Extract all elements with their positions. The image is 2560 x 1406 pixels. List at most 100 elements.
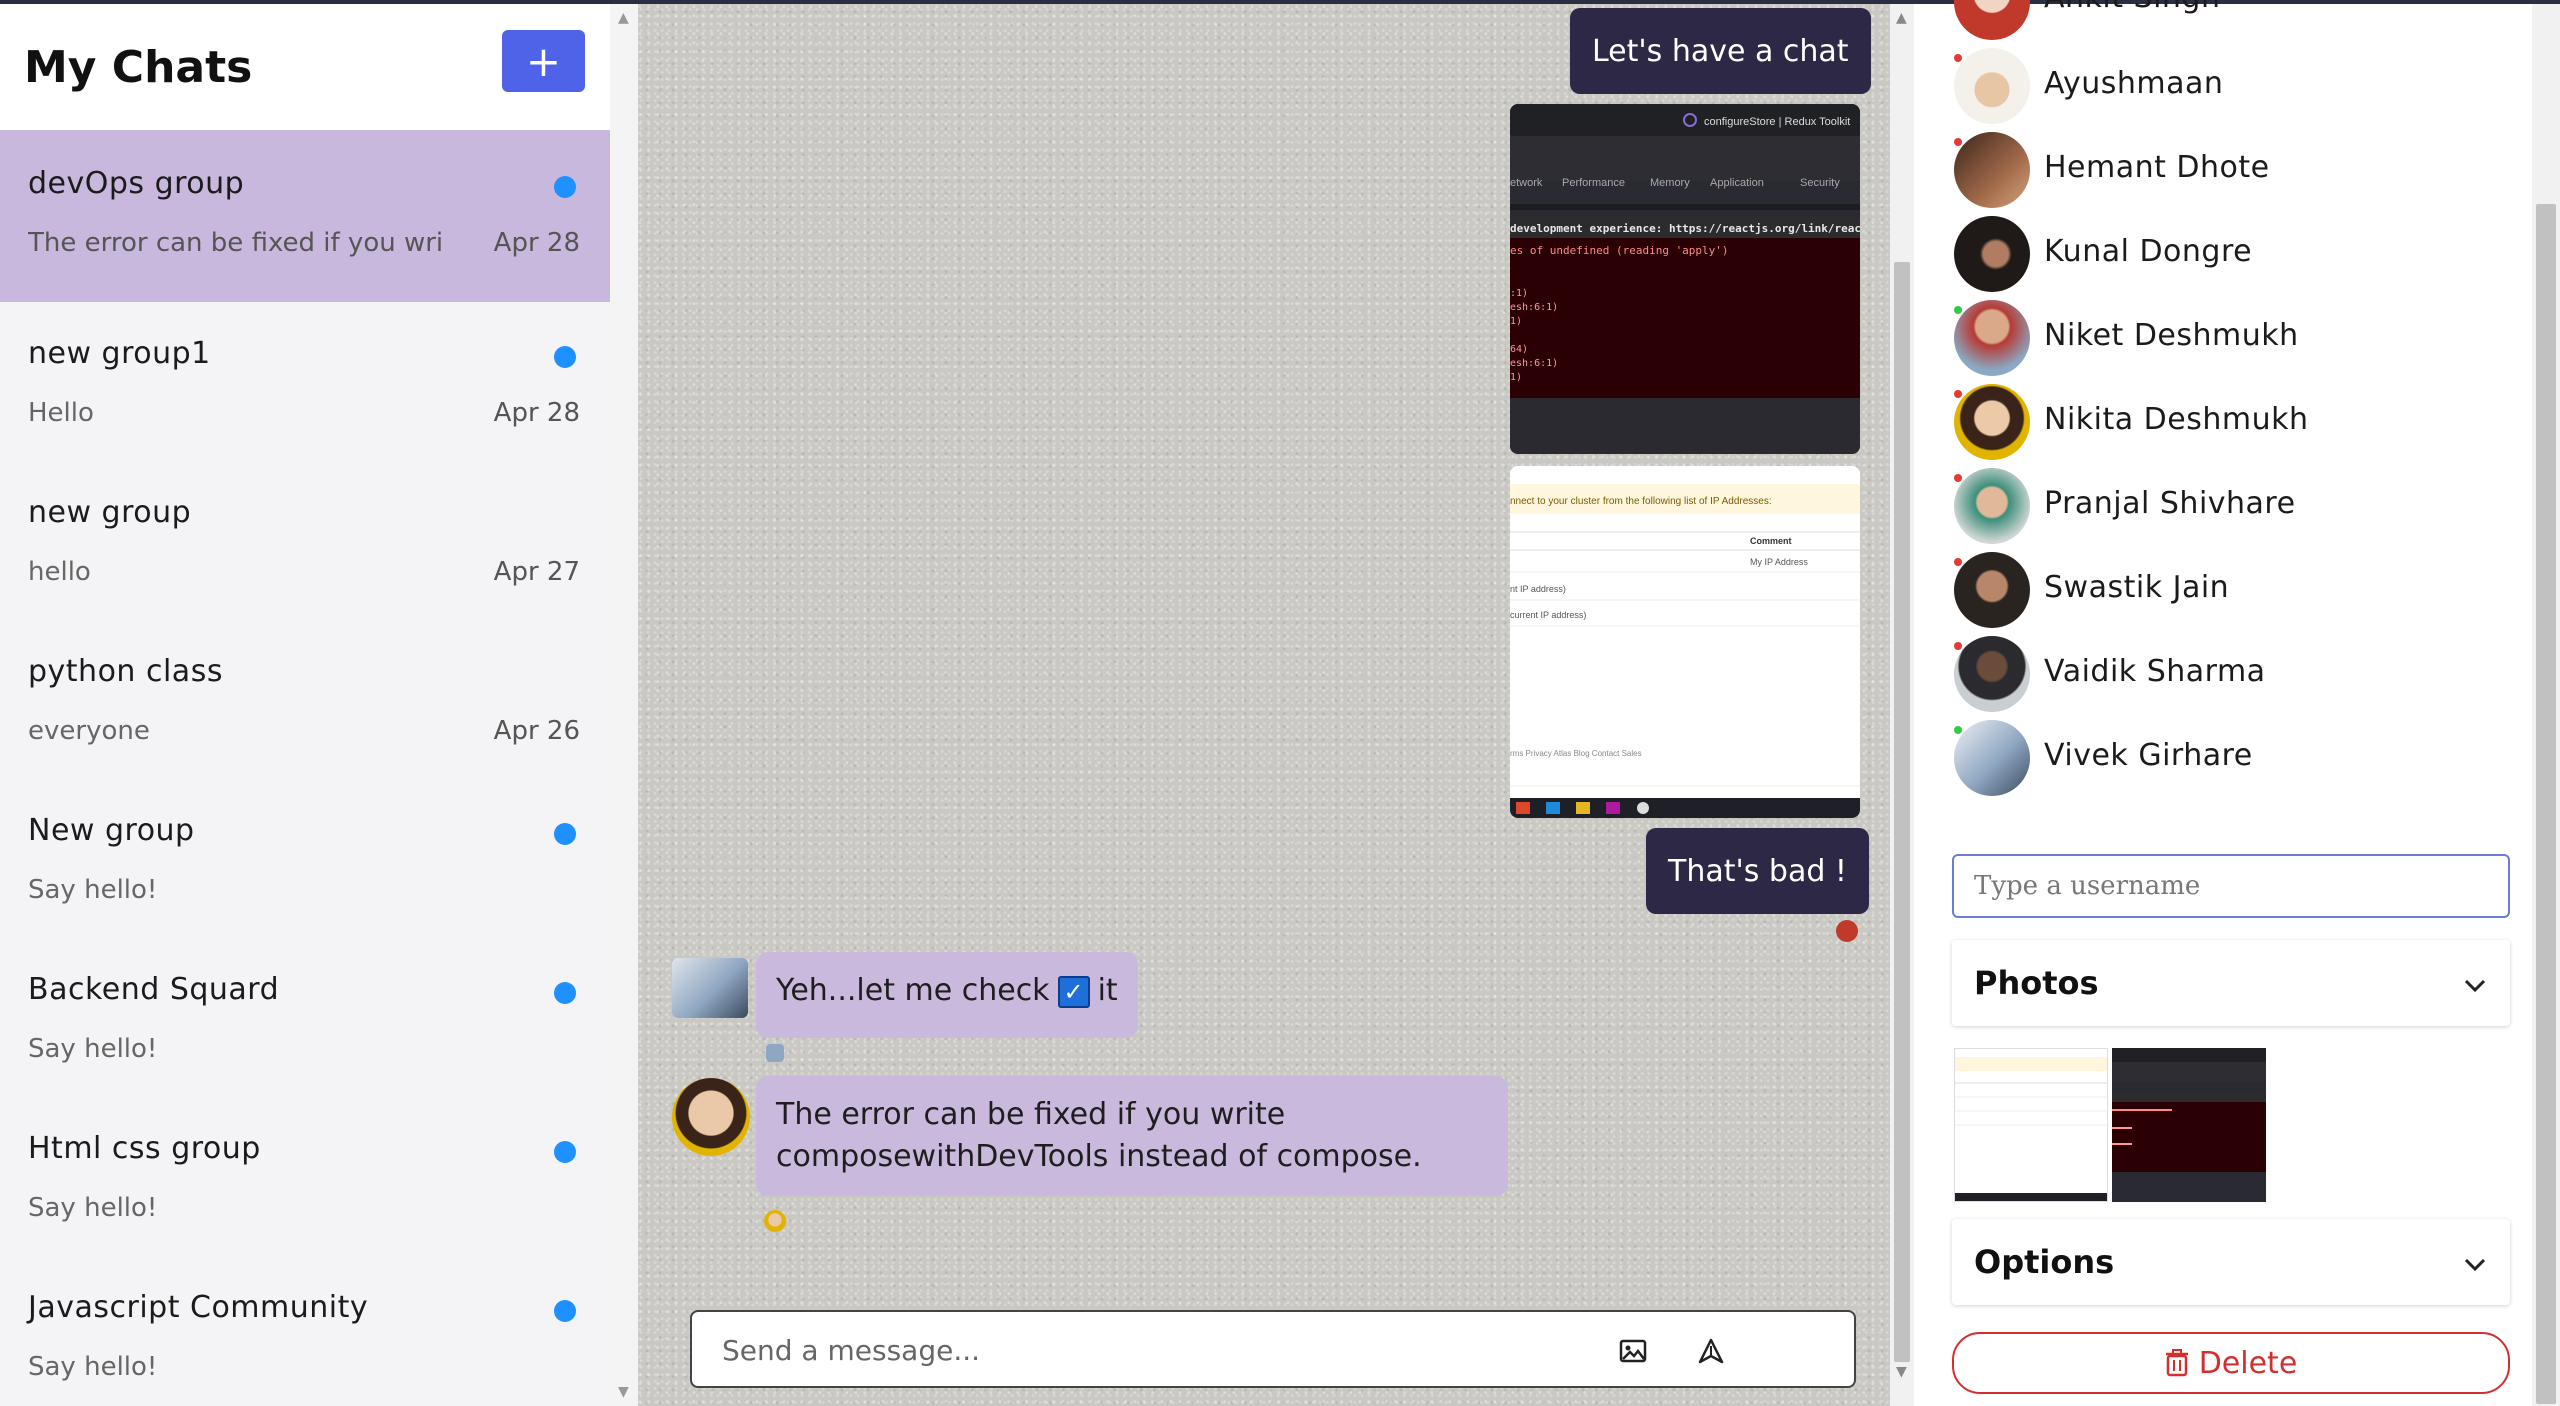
- unread-dot: [554, 1141, 576, 1163]
- right-panel-scroll-thumb[interactable]: [2536, 204, 2556, 1404]
- scroll-up-arrow-icon[interactable]: ▲: [618, 10, 629, 26]
- member-item[interactable]: Ankit Singh: [1954, 0, 2514, 44]
- avatar: [1954, 132, 2030, 208]
- chat-name: python class: [28, 654, 223, 689]
- member-item[interactable]: Pranjal Shivhare: [1954, 468, 2514, 548]
- console-line: :1): [1510, 288, 1528, 299]
- scroll-down-arrow-icon[interactable]: ▼: [618, 1384, 629, 1400]
- chat-list-sidebar: My Chats + devOps group The error can be…: [0, 4, 610, 1406]
- chat-item-python-class[interactable]: python class everyone Apr 26: [0, 618, 610, 790]
- member-item[interactable]: Hemant Dhote: [1954, 132, 2514, 212]
- chat-name: devOps group: [28, 166, 245, 201]
- member-item[interactable]: Nikita Deshmukh: [1954, 384, 2514, 464]
- member-name: Swastik Jain: [2044, 570, 2230, 605]
- chat-date: Apr 28: [493, 398, 580, 428]
- chat-name: new group: [28, 495, 192, 530]
- photos-accordion[interactable]: Photos: [1952, 940, 2510, 1026]
- message-text: Let's have a chat: [1592, 33, 1849, 69]
- devtools-tab: Security: [1800, 177, 1840, 189]
- member-name: Nikita Deshmukh: [2044, 402, 2309, 437]
- avatar: [1954, 552, 2030, 628]
- offline-status-icon: [1954, 642, 1962, 650]
- image-upload-icon[interactable]: [1614, 1332, 1652, 1370]
- unread-dot: [554, 982, 576, 1004]
- devtools-tab: Application: [1710, 177, 1764, 189]
- chat-scrollbar[interactable]: ▲ ▼: [1890, 4, 1914, 1406]
- chat-item-devops-group[interactable]: devOps group The error can be fixed if y…: [0, 130, 610, 302]
- member-item[interactable]: Kunal Dongre: [1954, 216, 2514, 296]
- sidebar-scrollbar[interactable]: ▲ ▼: [610, 4, 638, 1406]
- chat-preview: Say hello!: [28, 875, 158, 905]
- message-image-devtools[interactable]: configureStore | Redux Toolkit etwork Pe…: [1510, 104, 1860, 454]
- unread-dot: [554, 823, 576, 845]
- read-receipt-avatar: [766, 1044, 784, 1062]
- photo-thumbnail-ip-access[interactable]: [1954, 1048, 2108, 1202]
- message-sent: That's bad !: [1646, 828, 1869, 914]
- message-composer: [690, 1310, 1856, 1388]
- avatar: [1954, 48, 2030, 124]
- chat-item-javascript-community[interactable]: Javascript Community Say hello!: [0, 1254, 610, 1406]
- delete-group-button[interactable]: Delete: [1952, 1332, 2510, 1394]
- ip-footer: rms Privacy Atlas Blog Contact Sales: [1510, 749, 1642, 758]
- online-status-icon: [1954, 726, 1962, 734]
- member-name: Ayushmaan: [2044, 66, 2224, 101]
- message-text: Yeh...let me check: [776, 973, 1050, 1008]
- message-image-ip-access[interactable]: nnect to your cluster from the following…: [1510, 466, 1860, 818]
- member-name: Niket Deshmukh: [2044, 318, 2299, 353]
- chat-preview: everyone: [28, 716, 150, 746]
- chat-name: Backend Squard: [28, 972, 280, 1007]
- member-item[interactable]: Swastik Jain: [1954, 552, 2514, 632]
- chat-preview: Hello: [28, 398, 94, 428]
- message-received: The error can be fixed if you write comp…: [756, 1076, 1508, 1196]
- chat-name: Html css group: [28, 1131, 261, 1166]
- member-name: Vivek Girhare: [2044, 738, 2253, 773]
- photo-thumbnail-devtools[interactable]: [2112, 1048, 2266, 1202]
- ip-banner: nnect to your cluster from the following…: [1510, 496, 1772, 507]
- ip-access-screenshot: nnect to your cluster from the following…: [1510, 466, 1860, 818]
- chat-scroll-thumb[interactable]: [1894, 262, 1910, 1362]
- avatar: [1954, 216, 2030, 292]
- member-item[interactable]: Vivek Girhare: [1954, 720, 2514, 800]
- chat-item-backend-squard[interactable]: Backend Squard Say hello!: [0, 936, 610, 1108]
- chat-preview: Say hello!: [28, 1352, 158, 1382]
- member-item[interactable]: Niket Deshmukh: [1954, 300, 2514, 380]
- member-name: Ankit Singh: [2044, 0, 2221, 15]
- read-receipt-avatar: [1836, 920, 1858, 942]
- member-item[interactable]: Vaidik Sharma: [1954, 636, 2514, 716]
- chevron-down-icon: [2464, 979, 2486, 993]
- chat-item-new-group[interactable]: new group hello Apr 27: [0, 459, 610, 631]
- chat-item-html-css-group[interactable]: Html css group Say hello!: [0, 1095, 610, 1267]
- chat-preview: Say hello!: [28, 1193, 158, 1223]
- group-info-panel: Ankit Singh Ayushmaan Hemant Dhote Kunal…: [1914, 0, 2532, 1406]
- read-receipt-avatar: [764, 1210, 786, 1232]
- message-received: Yeh...let me check ✓ it: [756, 952, 1138, 1038]
- console-line: development experience: https://reactjs.…: [1510, 222, 1860, 235]
- online-status-icon: [1954, 306, 1962, 314]
- console-line: 64): [1510, 344, 1528, 355]
- devtools-tab: Performance: [1562, 177, 1625, 189]
- options-title: Options: [1974, 1243, 2115, 1281]
- chevron-down-icon: [2464, 1258, 2486, 1272]
- member-item[interactable]: Ayushmaan: [1954, 48, 2514, 128]
- chat-preview: Say hello!: [28, 1034, 158, 1064]
- scroll-up-arrow-icon[interactable]: ▲: [1896, 10, 1907, 26]
- send-icon[interactable]: [1692, 1332, 1730, 1370]
- scroll-down-arrow-icon[interactable]: ▼: [1896, 1364, 1907, 1380]
- ip-column-header: Comment: [1750, 536, 1792, 546]
- message-sent: Let's have a chat: [1570, 8, 1871, 94]
- unread-dot: [554, 346, 576, 368]
- message-text: The error can be fixed if you write comp…: [776, 1097, 1422, 1174]
- username-input[interactable]: [1974, 868, 2494, 904]
- console-line: esh:6:1): [1510, 358, 1558, 369]
- ip-row: My IP Address: [1750, 557, 1808, 567]
- options-accordion[interactable]: Options: [1952, 1219, 2510, 1305]
- chat-date: Apr 26: [493, 716, 580, 746]
- sender-avatar: [672, 958, 748, 1018]
- chat-item-new-group-2[interactable]: New group Say hello!: [0, 777, 610, 949]
- message-input[interactable]: [722, 1330, 1622, 1370]
- new-group-chat-button[interactable]: +: [502, 30, 585, 92]
- offline-status-icon: [1954, 138, 1962, 146]
- chat-item-new-group1[interactable]: new group1 Hello Apr 28: [0, 300, 610, 472]
- right-panel-scrollbar[interactable]: [2532, 4, 2560, 1406]
- avatar: [1954, 300, 2030, 376]
